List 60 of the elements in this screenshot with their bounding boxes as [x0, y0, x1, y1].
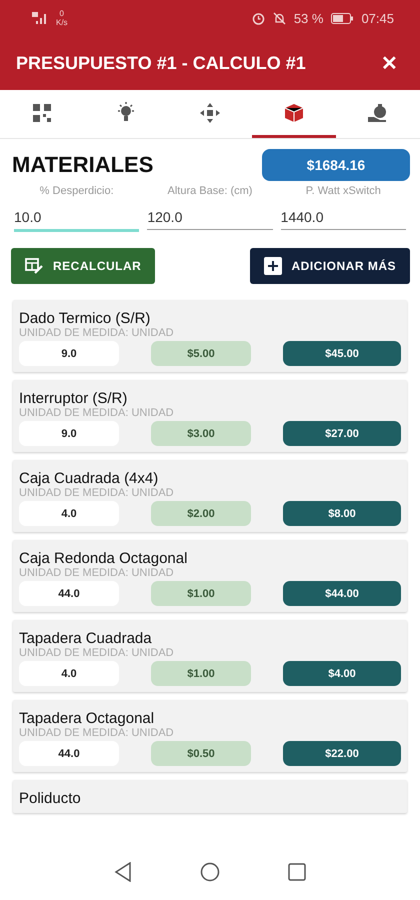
material-name: Dado Termico (S/R)	[19, 310, 152, 327]
light-bulb-icon	[116, 102, 136, 124]
quantity-field[interactable]: 44.0	[19, 581, 119, 606]
line-total: $4.00	[283, 661, 401, 686]
window-title: PRESUPUESTO #1 - CALCULO #1	[16, 52, 306, 74]
unit-price: $1.00	[151, 661, 251, 686]
quantity-field[interactable]: 4.0	[19, 661, 119, 686]
clock-time: 07:45	[361, 10, 394, 26]
recalculate-button[interactable]: RECALCULAR	[11, 248, 156, 284]
quantity-field[interactable]: 9.0	[19, 421, 119, 446]
unit-price: $2.00	[151, 501, 251, 526]
network-speed: 0 K/s	[56, 9, 68, 27]
qr-code-icon	[32, 102, 52, 122]
total-button[interactable]: $1684.16	[262, 149, 410, 181]
battery-icon	[331, 12, 354, 24]
line-total: $8.00	[283, 501, 401, 526]
unit-price: $5.00	[151, 341, 251, 366]
material-name: Tapadera Cuadrada	[19, 630, 153, 647]
plus-icon	[264, 257, 282, 275]
material-name: Tapadera Octagonal	[19, 710, 156, 727]
line-total: $22.00	[283, 741, 401, 766]
home-icon[interactable]	[200, 862, 220, 882]
input-field[interactable]: 10.0	[14, 205, 140, 232]
quantity-field[interactable]: 44.0	[19, 741, 119, 766]
back-icon[interactable]	[114, 862, 132, 882]
field-label: Altura Base: (cm)	[166, 185, 254, 197]
quantity-field[interactable]: 4.0	[19, 501, 119, 526]
field-label: P. Watt xSwitch	[304, 185, 382, 197]
unit-label: UNIDAD DE MEDIDA: UNIDAD	[19, 567, 175, 579]
unit-label: UNIDAD DE MEDIDA: UNIDAD	[19, 487, 175, 499]
box-icon	[284, 102, 304, 122]
unit-price: $3.00	[151, 421, 251, 446]
add-more-button[interactable]: ADICIONAR MÁS	[250, 248, 410, 284]
table-edit-icon	[25, 258, 43, 274]
battery-percent: 53 %	[294, 10, 324, 26]
line-total: $45.00	[283, 341, 401, 366]
line-total: $44.00	[283, 581, 401, 606]
quantity-field[interactable]: 9.0	[19, 341, 119, 366]
unit-label: UNIDAD DE MEDIDA: UNIDAD	[19, 727, 175, 739]
recent-apps-icon[interactable]	[288, 862, 306, 880]
material-name: Caja Cuadrada (4x4)	[19, 470, 160, 487]
input-field[interactable]: 120.0	[147, 205, 273, 230]
muted-bell-icon	[272, 12, 286, 24]
alarm-icon	[252, 12, 265, 24]
section-title: MATERIALES	[12, 152, 154, 178]
unit-label: UNIDAD DE MEDIDA: UNIDAD	[19, 407, 175, 419]
material-name: Interruptor (S/R)	[19, 390, 128, 407]
material-name: Caja Redonda Octagonal	[19, 550, 188, 567]
unit-label: UNIDAD DE MEDIDA: UNIDAD	[19, 647, 175, 659]
move-arrows-icon	[199, 102, 221, 124]
close-button[interactable]: ✕	[375, 50, 404, 76]
signal-icon	[32, 12, 48, 24]
material-name: Poliducto	[19, 790, 82, 807]
line-total: $27.00	[283, 421, 401, 446]
unit-price: $0.50	[151, 741, 251, 766]
money-bag-hand-icon	[367, 102, 389, 122]
unit-price: $1.00	[151, 581, 251, 606]
input-field[interactable]: 1440.0	[280, 205, 406, 230]
field-label: % Desperdicio:	[38, 185, 115, 197]
unit-label: UNIDAD DE MEDIDA: UNIDAD	[19, 327, 175, 339]
